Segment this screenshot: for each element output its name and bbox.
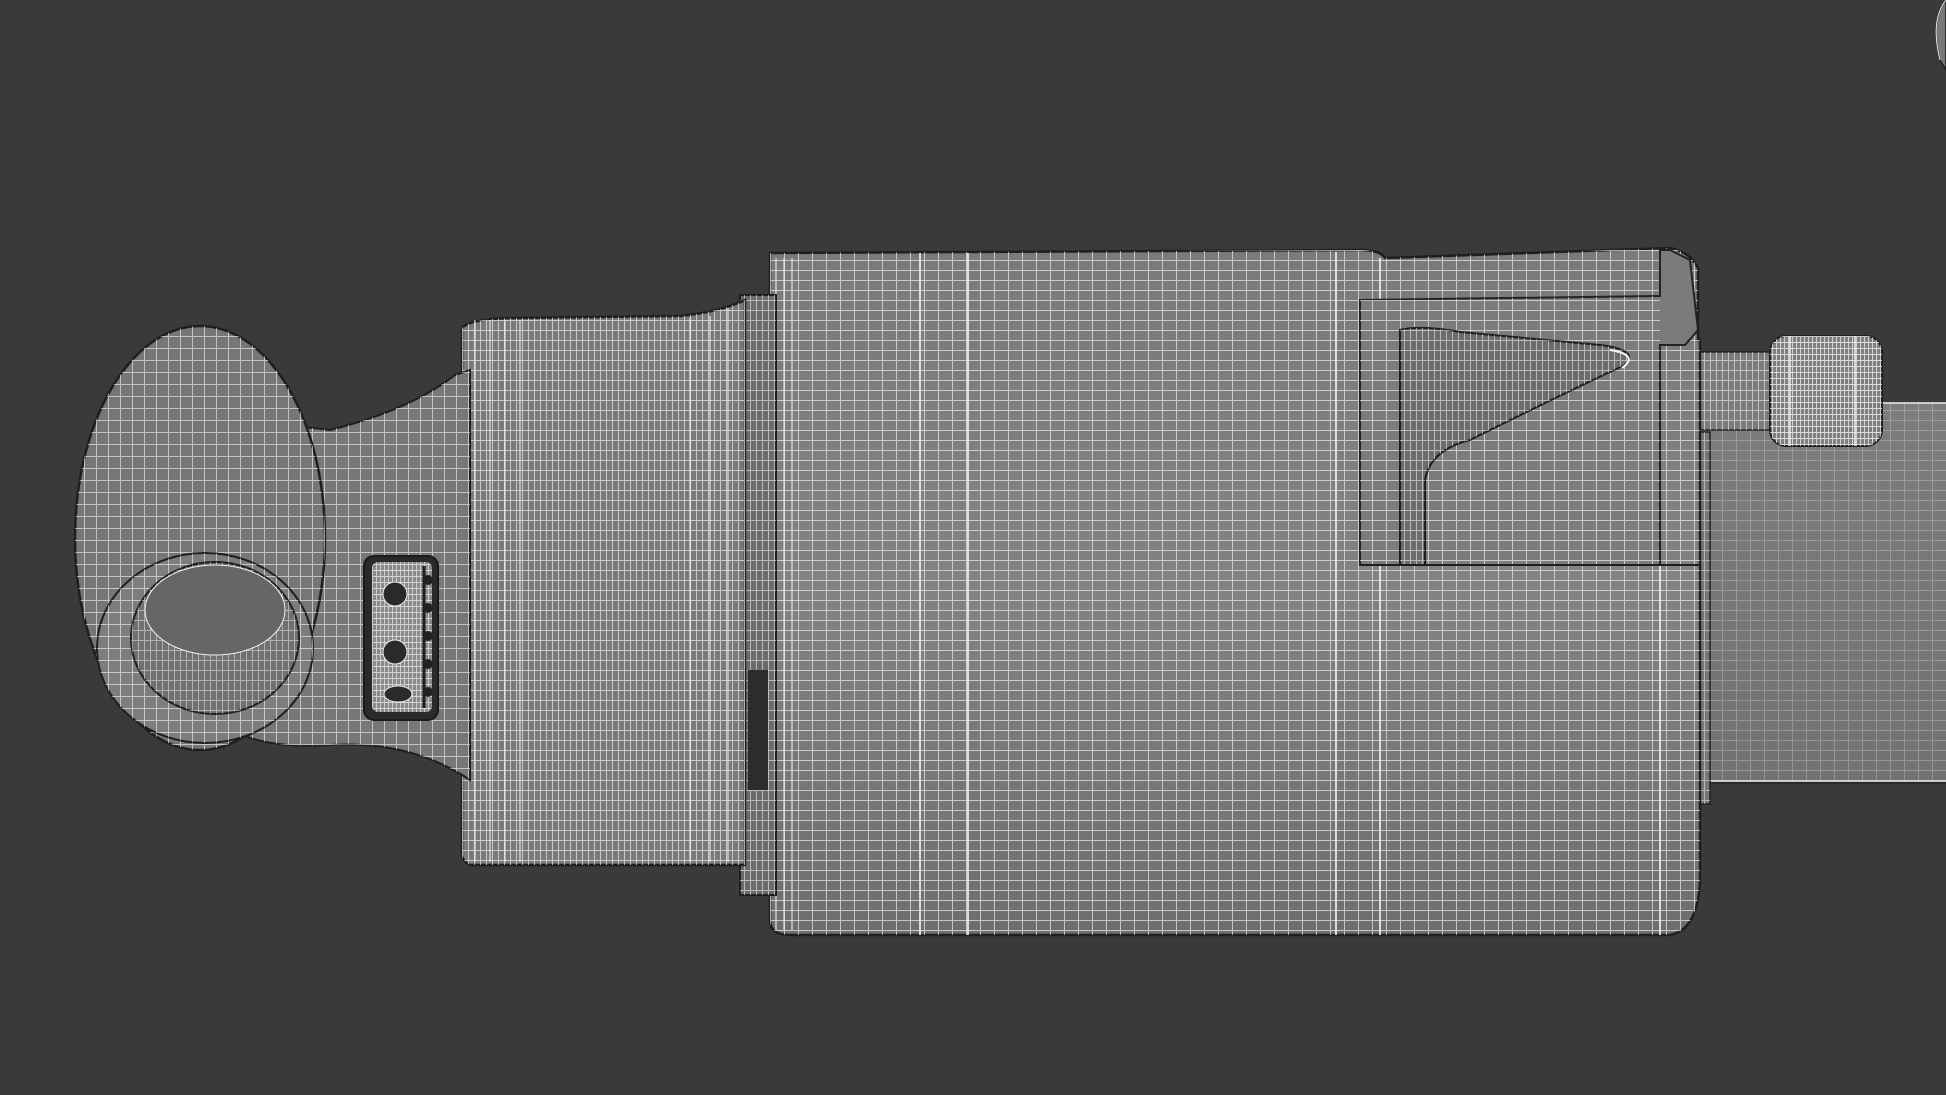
wireframe-render	[73, 0, 1946, 937]
body-cylinder	[460, 298, 747, 867]
top-right-knob	[1935, 0, 1946, 72]
knurled-knob	[1769, 335, 1883, 447]
eyelet-ring	[73, 324, 327, 752]
shaft	[1700, 402, 1946, 784]
viewport	[0, 0, 1946, 1095]
dial-window	[363, 555, 439, 721]
